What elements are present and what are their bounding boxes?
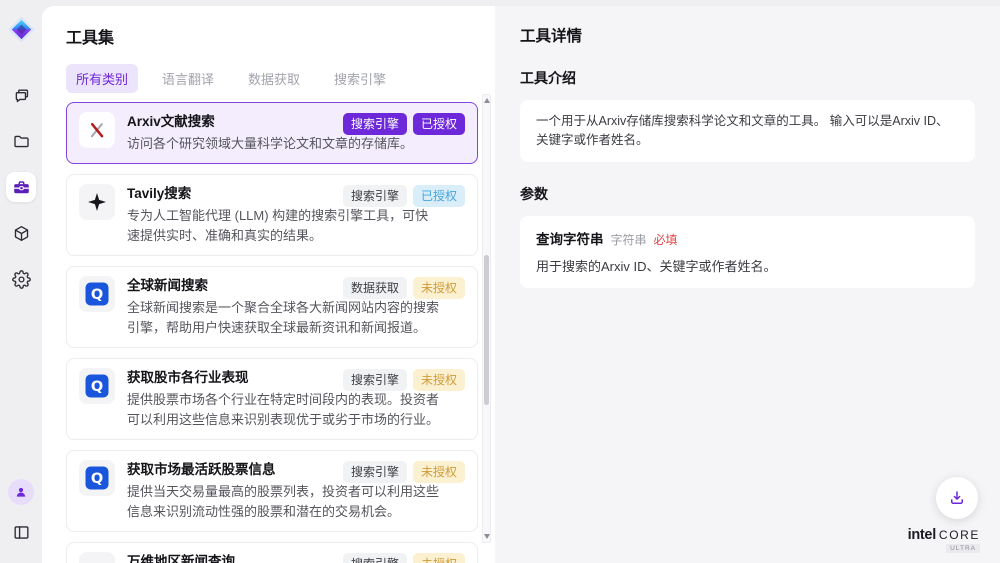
tool-badges: 搜索引擎 已授权	[343, 113, 465, 135]
qblue-icon: Q	[79, 368, 115, 404]
intel-core-logo: intel CORE ULTRA	[908, 527, 980, 553]
auth-status-badge: 已授权	[413, 185, 465, 207]
tab-category-1[interactable]: 语言翻译	[152, 64, 224, 93]
tool-card[interactable]: Tavily搜索 专为人工智能代理 (LLM) 构建的搜索引擎工具，可快速提供实…	[66, 174, 478, 256]
tool-badges: 搜索引擎 未授权	[343, 553, 465, 563]
tool-description: 提供股票市场各个行业在特定时间段内的表现。投资者可以利用这些信息来识别表现优于或…	[127, 390, 439, 430]
tool-description: 提供当天交易量最高的股票列表，投资者可以利用这些信息来识别流动性强的股票和潜在的…	[127, 482, 439, 522]
news-icon	[79, 552, 115, 563]
arxiv-icon	[79, 112, 115, 148]
svg-text:Q: Q	[91, 471, 103, 487]
param-name: 查询字符串	[536, 230, 604, 249]
icon-rail	[0, 0, 42, 563]
param-required-badge: 必填	[654, 231, 678, 250]
auth-status-badge: 未授权	[413, 553, 465, 563]
qblue-icon: Q	[79, 276, 115, 312]
scroll-down-arrow-icon[interactable]	[484, 534, 490, 539]
category-badge: 搜索引擎	[343, 185, 407, 207]
svg-text:Q: Q	[91, 379, 103, 395]
tool-card[interactable]: Q 获取股市各行业表现 提供股票市场各个行业在特定时间段内的表现。投资者可以利用…	[66, 358, 478, 440]
category-badge: 搜索引擎	[343, 113, 407, 135]
auth-status-badge: 已授权	[413, 113, 465, 135]
tool-list: Arxiv文献搜索 访问各个研究领域大量科学论文和文章的存储库。 搜索引擎 已授…	[66, 102, 478, 563]
tool-badges: 搜索引擎 未授权	[343, 369, 465, 391]
cube-icon[interactable]	[6, 218, 36, 248]
app-window: 工具集 所有类别语言翻译数据获取搜索引擎 Arxiv文献搜索 访问各个研究领域大…	[0, 0, 1000, 563]
param-type: 字符串	[611, 231, 647, 250]
download-icon	[948, 489, 966, 507]
tab-category-3[interactable]: 搜索引擎	[324, 64, 396, 93]
tools-panel: 工具集 所有类别语言翻译数据获取搜索引擎 Arxiv文献搜索 访问各个研究领域大…	[42, 6, 495, 563]
intro-heading: 工具介绍	[520, 68, 975, 88]
ultra-badge: ULTRA	[946, 544, 980, 553]
qblue-icon: Q	[79, 460, 115, 496]
category-badge: 搜索引擎	[343, 369, 407, 391]
svg-text:Q: Q	[91, 287, 103, 303]
chat-icon[interactable]	[6, 80, 36, 110]
detail-panel: 工具详情 工具介绍 一个用于从Arxiv存储库搜索科学论文和文章的工具。 输入可…	[495, 6, 1000, 563]
gear-icon[interactable]	[6, 264, 36, 294]
auth-status-badge: 未授权	[413, 277, 465, 299]
folder-icon[interactable]	[6, 126, 36, 156]
param-description: 用于搜索的Arxiv ID、关键字或作者姓名。	[536, 257, 959, 276]
tool-badges: 数据获取 未授权	[343, 277, 465, 299]
detail-title: 工具详情	[520, 24, 975, 46]
auth-status-badge: 未授权	[413, 369, 465, 391]
list-scrollbar[interactable]	[482, 94, 491, 543]
scrollbar-thumb[interactable]	[484, 255, 489, 405]
tool-description: 全球新闻搜索是一个聚合全球各大新闻网站内容的搜索引擎，帮助用户快速获取全球最新资…	[127, 298, 439, 338]
tool-badges: 搜索引擎 未授权	[343, 461, 465, 483]
tool-card[interactable]: Arxiv文献搜索 访问各个研究领域大量科学论文和文章的存储库。 搜索引擎 已授…	[66, 102, 478, 164]
params-heading: 参数	[520, 184, 975, 204]
content-area: 工具集 所有类别语言翻译数据获取搜索引擎 Arxiv文献搜索 访问各个研究领域大…	[42, 0, 1000, 563]
category-tabs: 所有类别语言翻译数据获取搜索引擎	[66, 64, 478, 93]
tool-card[interactable]: 万维地区新闻查询 查询具体行政区划内的新闻，快速了解各地新闻动 搜索引擎 未授权	[66, 542, 478, 563]
tool-description: 专为人工智能代理 (LLM) 构建的搜索引擎工具，可快速提供实时、准确和真实的结…	[127, 206, 439, 246]
tab-category-2[interactable]: 数据获取	[238, 64, 310, 93]
page-title: 工具集	[66, 24, 478, 48]
toolbox-icon[interactable]	[6, 172, 36, 202]
param-card: 查询字符串 字符串 必填 用于搜索的Arxiv ID、关键字或作者姓名。	[520, 216, 975, 288]
tool-card[interactable]: Q 全球新闻搜索 全球新闻搜索是一个聚合全球各大新闻网站内容的搜索引擎，帮助用户…	[66, 266, 478, 348]
core-wordmark: CORE	[939, 528, 980, 542]
app-logo	[6, 14, 36, 44]
tool-badges: 搜索引擎 已授权	[343, 185, 465, 207]
scroll-up-arrow-icon[interactable]	[484, 98, 490, 103]
intro-text: 一个用于从Arxiv存储库搜索科学论文和文章的工具。 输入可以是Arxiv ID…	[536, 114, 949, 147]
tavily-icon	[79, 184, 115, 220]
download-button[interactable]	[936, 477, 978, 519]
intel-wordmark: intel	[908, 527, 936, 543]
tool-card[interactable]: Q 获取市场最活跃股票信息 提供当天交易量最高的股票列表，投资者可以利用这些信息…	[66, 450, 478, 532]
user-avatar-icon[interactable]	[8, 479, 34, 505]
category-badge: 数据获取	[343, 277, 407, 299]
tool-description: 访问各个研究领域大量科学论文和文章的存储库。	[127, 134, 439, 154]
param-header: 查询字符串 字符串 必填	[536, 230, 959, 250]
collapse-panel-icon[interactable]	[6, 517, 36, 547]
tab-category-0[interactable]: 所有类别	[66, 64, 138, 93]
intro-card: 一个用于从Arxiv存储库搜索科学论文和文章的工具。 输入可以是Arxiv ID…	[520, 100, 975, 162]
category-badge: 搜索引擎	[343, 461, 407, 483]
auth-status-badge: 未授权	[413, 461, 465, 483]
category-badge: 搜索引擎	[343, 553, 407, 563]
